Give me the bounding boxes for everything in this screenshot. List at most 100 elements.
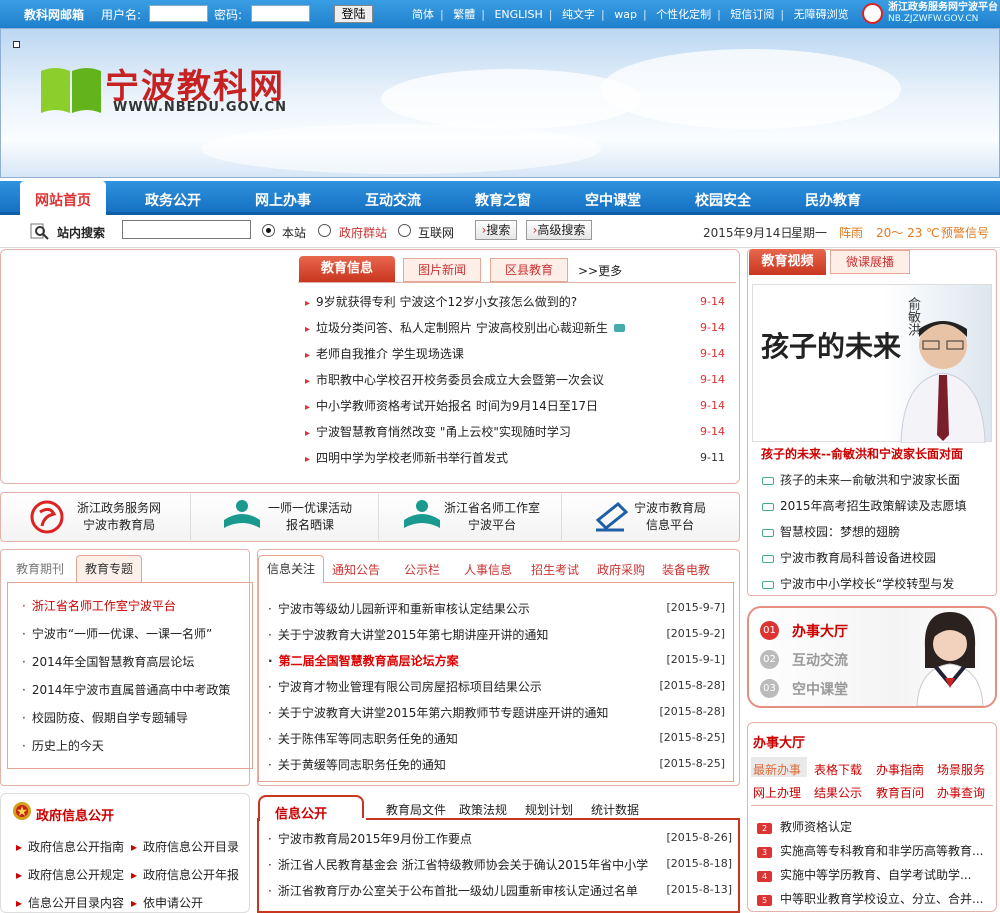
- video-item[interactable]: 宁波市中小学校长“学校转型与发: [762, 575, 992, 592]
- link-text-only[interactable]: 纯文字: [562, 6, 595, 22]
- news-item[interactable]: 垃圾分类问答、私人定制照片 宁波高校别出心裁迎新生: [305, 319, 625, 336]
- special-item[interactable]: · 校园防疫、假期自学专题辅导: [22, 709, 188, 726]
- link-zj-gov-service[interactable]: 浙江政务服务网 宁波市教育局: [74, 500, 164, 534]
- service-interaction-link[interactable]: 互动交流: [792, 650, 848, 670]
- nav-education-window[interactable]: 教育之窗: [458, 190, 548, 210]
- nav-interaction[interactable]: 互动交流: [348, 190, 438, 210]
- tab-education-info[interactable]: 教育信息: [299, 256, 395, 282]
- nav-online-service[interactable]: 网上办事: [238, 190, 328, 210]
- password-input[interactable]: [251, 5, 310, 22]
- news-item[interactable]: 中小学教师资格考试开始报名 时间为9月14日至17日: [305, 397, 598, 414]
- hall-tab-forms[interactable]: 表格下载: [814, 761, 862, 778]
- info-item[interactable]: · 关于宁波教育大讲堂2015年第六期教师节专题讲座开讲的通知: [268, 704, 608, 721]
- tab-district-edu[interactable]: 区县教育: [490, 258, 568, 282]
- tab-equipment[interactable]: 装备电教: [662, 561, 710, 578]
- zj-platform-name[interactable]: 浙江政务服务网宁波平台: [888, 2, 998, 14]
- link-customize[interactable]: 个性化定制: [656, 6, 711, 22]
- hall-tab-results[interactable]: 结果公示: [814, 784, 862, 801]
- nav-private-edu[interactable]: 民办教育: [788, 190, 878, 210]
- hall-tab-scenes[interactable]: 场景服务: [937, 761, 985, 778]
- video-item[interactable]: 智慧校园：梦想的翅膀: [762, 523, 900, 540]
- radio-gov-sites[interactable]: [318, 224, 331, 237]
- search-input[interactable]: [122, 220, 251, 239]
- hall-tab-latest[interactable]: 最新办事: [753, 761, 801, 778]
- gov-info-item[interactable]: ▸ 政府信息公开目录: [131, 838, 239, 855]
- tab-edu-journal[interactable]: 教育期刊: [16, 560, 64, 577]
- video-item[interactable]: 2015年高考招生政策解读及志愿填: [762, 497, 967, 514]
- tab-personnel[interactable]: 人事信息: [464, 561, 512, 578]
- tab-admissions[interactable]: 招生考试: [531, 561, 579, 578]
- public-info-item[interactable]: · 浙江省人民教育基金会 浙江省特级教师协会关于确认2015年省中小学: [268, 856, 648, 873]
- link-master-teacher-studio[interactable]: 浙江省名师工作室 宁波平台: [442, 500, 542, 534]
- advanced-search-button[interactable]: ›高级搜索: [526, 220, 592, 240]
- link-one-teacher-lesson[interactable]: 一师一优课活动 报名晒课: [265, 500, 355, 534]
- info-item[interactable]: · 关于陈伟军等同志职务任免的通知: [268, 730, 458, 747]
- tab-procurement[interactable]: 政府采购: [597, 561, 645, 578]
- news-item[interactable]: 9岁就获得专利 宁波这个12岁小女孩怎么做到的?: [305, 293, 577, 310]
- news-item[interactable]: 宁波智慧教育悄然改变 "甬上云校"实现随时学习: [305, 423, 571, 440]
- special-item[interactable]: · 2014年宁波市直属普通高中中考政策: [22, 681, 230, 698]
- hall-item[interactable]: 5 中等职业教育学校设立、分立、合并...: [757, 890, 993, 907]
- mail-link[interactable]: 教科网邮箱: [24, 6, 84, 23]
- video-item[interactable]: 宁波市教育局科普设备进校园: [762, 549, 936, 566]
- tab-planning[interactable]: 规划计划: [525, 801, 573, 818]
- public-info-item[interactable]: · 宁波市教育局2015年9月份工作要点: [268, 830, 472, 847]
- news-item[interactable]: 四明中学为学校老师新书举行首发式: [305, 449, 508, 466]
- hall-item[interactable]: 3 实施高等专科教育和非学历高等教育...: [757, 842, 993, 859]
- gov-info-item[interactable]: ▸ 政府信息公开年报: [131, 866, 239, 883]
- tab-info-focus[interactable]: 信息关注: [258, 555, 324, 583]
- tab-edu-special[interactable]: 教育专题: [76, 555, 142, 583]
- link-wap[interactable]: wap: [614, 8, 637, 21]
- nav-campus-safety[interactable]: 校园安全: [678, 190, 768, 210]
- tab-microlesson[interactable]: 微课展播: [830, 250, 910, 274]
- public-info-item[interactable]: · 浙江省教育厅办公室关于公布首批一级幼儿园重新审核认定通过名单: [268, 882, 638, 899]
- service-sky-class-link[interactable]: 空中课堂: [792, 679, 848, 699]
- tab-bureau-docs[interactable]: 教育局文件: [386, 801, 446, 818]
- nav-gov-affairs[interactable]: 政务公开: [128, 190, 218, 210]
- tab-edu-video[interactable]: 教育视频: [749, 249, 826, 275]
- tab-policies[interactable]: 政策法规: [459, 801, 507, 818]
- tab-notices[interactable]: 通知公告: [332, 561, 380, 578]
- gov-info-item[interactable]: ▸ 政府信息公开规定: [16, 866, 124, 883]
- info-item[interactable]: · 宁波育才物业管理有限公司房屋招标项目结果公示: [268, 678, 542, 695]
- special-item[interactable]: · 2014年全国智慧教育高层论坛: [22, 653, 194, 670]
- gov-info-item[interactable]: ▸ 依申请公开: [131, 894, 203, 911]
- info-item[interactable]: · 第二届全国智慧教育高层论坛方案: [268, 652, 459, 669]
- radio-this-site[interactable]: [262, 224, 275, 237]
- warning-signal[interactable]: 预警信号: [941, 224, 989, 241]
- video-item[interactable]: 孩子的未来—俞敏洪和宁波家长面: [762, 471, 960, 488]
- link-edu-info-platform[interactable]: 宁波市教育局 信息平台: [630, 500, 710, 534]
- info-item[interactable]: · 关于宁波教育大讲堂2015年第七期讲座开讲的通知: [268, 626, 548, 643]
- link-simplified[interactable]: 简体: [412, 6, 434, 22]
- username-input[interactable]: [149, 5, 208, 22]
- gov-info-item[interactable]: ▸ 信息公开目录内容: [16, 894, 124, 911]
- news-item[interactable]: 老师自我推介 学生现场选课: [305, 345, 464, 362]
- hall-item[interactable]: 2 教师资格认定: [757, 818, 852, 835]
- gov-info-item[interactable]: ▸ 政府信息公开指南: [16, 838, 124, 855]
- search-button[interactable]: ›搜索: [475, 220, 517, 240]
- hall-tab-faq[interactable]: 教育百问: [876, 784, 924, 801]
- radio-internet[interactable]: [398, 224, 411, 237]
- link-traditional[interactable]: 繁體: [453, 6, 475, 22]
- tab-statistics[interactable]: 统计数据: [591, 801, 639, 818]
- login-button[interactable]: 登陆: [334, 5, 373, 23]
- nav-home[interactable]: 网站首页: [20, 181, 106, 215]
- video-poster[interactable]: 孩子的未来 俞敏洪: [752, 284, 992, 443]
- info-item[interactable]: · 关于黄缓等同志职务任免的通知: [268, 756, 446, 773]
- zj-logo-icon[interactable]: [862, 3, 883, 24]
- special-item[interactable]: · 宁波市“一师一优课、一课一名师”: [22, 625, 212, 642]
- nav-sky-classroom[interactable]: 空中课堂: [568, 190, 658, 210]
- hall-tab-query[interactable]: 办事查询: [937, 784, 985, 801]
- hall-item[interactable]: 4 实施中等学历教育、自学考试助学...: [757, 866, 993, 883]
- tab-bulletin[interactable]: 公示栏: [404, 561, 440, 578]
- link-english[interactable]: ENGLISH: [494, 8, 542, 21]
- info-item[interactable]: · 宁波市等级幼儿园新评和重新审核认定结果公示: [268, 600, 530, 617]
- video-caption[interactable]: 孩子的未来--俞敏洪和宁波家长面对面: [761, 445, 963, 462]
- news-more-link[interactable]: >>更多: [578, 262, 622, 279]
- tab-photo-news[interactable]: 图片新闻: [403, 258, 481, 282]
- link-accessible[interactable]: 无障碍浏览: [794, 6, 849, 22]
- tab-public-info[interactable]: 信息公开: [258, 795, 364, 822]
- link-sms[interactable]: 短信订阅: [730, 6, 774, 22]
- service-hall-link[interactable]: 办事大厅: [792, 621, 848, 641]
- special-item[interactable]: · 历史上的今天: [22, 737, 104, 754]
